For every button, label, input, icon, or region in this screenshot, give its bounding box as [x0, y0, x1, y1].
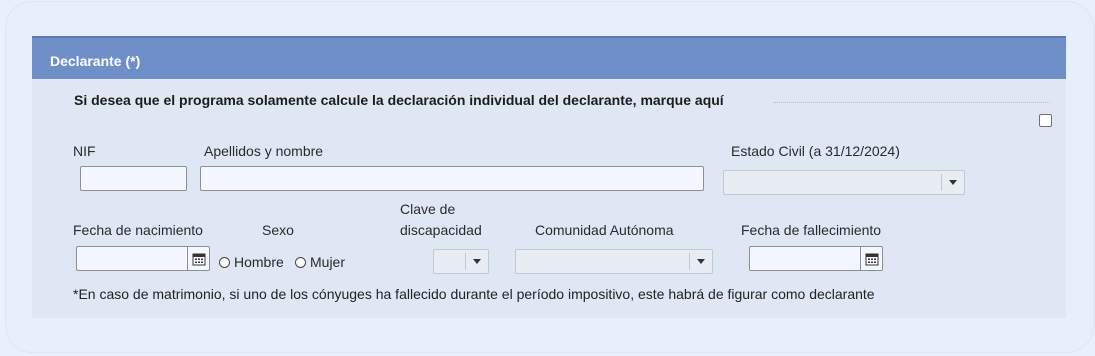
individual-checkbox[interactable]	[1039, 114, 1052, 127]
chevron-down-icon[interactable]	[466, 250, 488, 273]
sex-radio-hombre[interactable]	[219, 257, 230, 268]
deceased-note: *En caso de matrimonio, si uno de los có…	[73, 286, 875, 302]
panel-title: Declarante (*)	[50, 53, 141, 69]
name-label: Apellidos y nombre	[204, 143, 324, 159]
calendar-button[interactable]	[187, 247, 209, 270]
civil-status-label: Estado Civil (a 31/12/2024)	[731, 143, 900, 159]
death-date-label: Fecha de fallecimiento	[741, 222, 882, 238]
calendar-button[interactable]	[860, 247, 882, 270]
disability-label-line2: discapacidad	[400, 222, 482, 238]
civil-status-select[interactable]	[723, 170, 965, 195]
declarante-panel: Declarante (*) Si desea que el programa …	[32, 36, 1066, 318]
dotted-leader	[774, 102, 1050, 103]
disability-label-line1: Clave de	[400, 201, 456, 217]
disability-select[interactable]	[433, 249, 489, 274]
death-date-input[interactable]	[749, 246, 883, 271]
sex-label: Sexo	[262, 222, 294, 238]
chevron-down-icon[interactable]	[942, 171, 964, 194]
sex-radio-mujer[interactable]	[295, 257, 306, 268]
panel-header: Declarante (*)	[32, 36, 1066, 79]
name-input[interactable]	[200, 166, 704, 191]
calendar-icon	[192, 253, 205, 265]
calendar-icon	[865, 253, 878, 265]
sex-option-hombre[interactable]: Hombre	[234, 254, 284, 270]
birth-date-input[interactable]	[76, 246, 210, 271]
chevron-down-icon[interactable]	[690, 250, 712, 273]
individual-instruction: Si desea que el programa solamente calcu…	[74, 92, 724, 108]
nif-input[interactable]	[80, 166, 187, 191]
community-label: Comunidad Autónoma	[535, 222, 674, 238]
nif-label: NIF	[73, 143, 96, 159]
community-select[interactable]	[515, 249, 713, 274]
sex-option-mujer[interactable]: Mujer	[310, 254, 345, 270]
birth-date-label: Fecha de nacimiento	[73, 222, 203, 238]
